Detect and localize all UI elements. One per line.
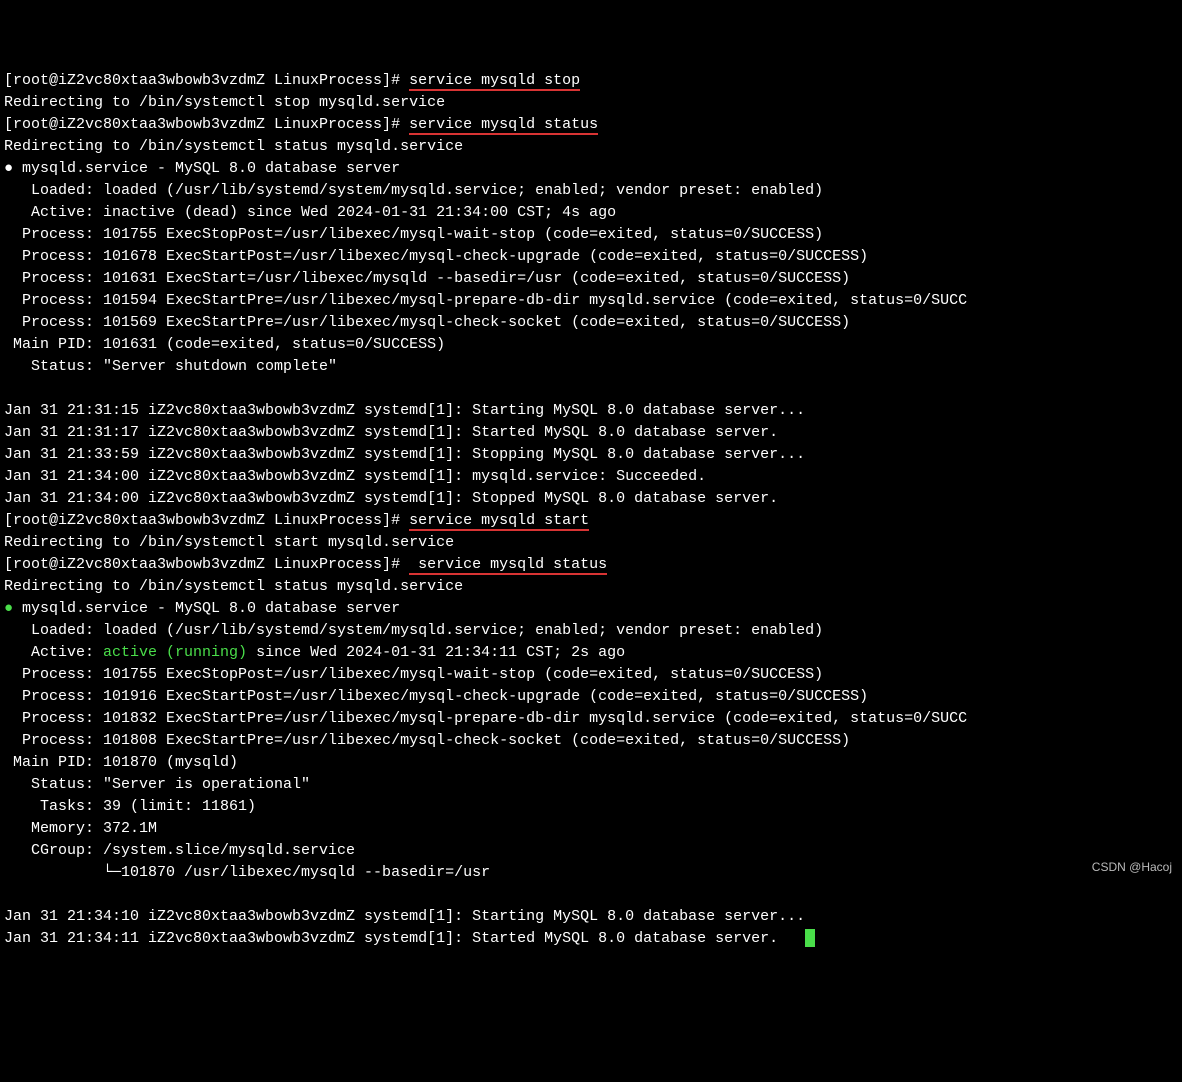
log-line: Jan 31 21:34:10 iZ2vc80xtaa3wbowb3vzdmZ … bbox=[4, 908, 805, 925]
output-line: Process: 101755 ExecStopPost=/usr/libexe… bbox=[4, 666, 823, 683]
prompt-line: [root@iZ2vc80xtaa3wbowb3vzdmZ LinuxProce… bbox=[4, 116, 598, 135]
watermark: CSDN @Hacoj bbox=[1092, 856, 1172, 878]
output-line: Process: 101594 ExecStartPre=/usr/libexe… bbox=[4, 292, 967, 309]
output-line: Redirecting to /bin/systemctl status mys… bbox=[4, 138, 463, 155]
service-header: ● mysqld.service - MySQL 8.0 database se… bbox=[4, 160, 400, 177]
output-line: Active: inactive (dead) since Wed 2024-0… bbox=[4, 204, 616, 221]
output-line: Memory: 372.1M bbox=[4, 820, 157, 837]
prompt-line: [root@iZ2vc80xtaa3wbowb3vzdmZ LinuxProce… bbox=[4, 512, 589, 531]
output-line: Process: 101631 ExecStart=/usr/libexec/m… bbox=[4, 270, 850, 287]
command-status: service mysqld status bbox=[409, 116, 598, 135]
output-line: Redirecting to /bin/systemctl start mysq… bbox=[4, 534, 454, 551]
active-running: active (running) bbox=[103, 644, 247, 661]
active-line: Active: active (running) since Wed 2024-… bbox=[4, 644, 625, 661]
output-line: Loaded: loaded (/usr/lib/systemd/system/… bbox=[4, 182, 823, 199]
output-line: Process: 101832 ExecStartPre=/usr/libexe… bbox=[4, 710, 967, 727]
output-line: Process: 101569 ExecStartPre=/usr/libexe… bbox=[4, 314, 850, 331]
terminal-output[interactable]: [root@iZ2vc80xtaa3wbowb3vzdmZ LinuxProce… bbox=[4, 70, 1178, 950]
status-bullet-icon: ● bbox=[4, 600, 13, 617]
prompt-line: [root@iZ2vc80xtaa3wbowb3vzdmZ LinuxProce… bbox=[4, 556, 607, 575]
output-line: Status: "Server shutdown complete" bbox=[4, 358, 337, 375]
status-bullet-icon: ● bbox=[4, 160, 13, 177]
log-line: Jan 31 21:34:11 iZ2vc80xtaa3wbowb3vzdmZ … bbox=[4, 930, 815, 947]
blank-line bbox=[4, 886, 13, 903]
command-status: service mysqld status bbox=[409, 556, 607, 575]
output-line: Process: 101916 ExecStartPost=/usr/libex… bbox=[4, 688, 868, 705]
output-line: Main PID: 101631 (code=exited, status=0/… bbox=[4, 336, 445, 353]
cgroup-child: └─101870 /usr/libexec/mysqld --basedir=/… bbox=[4, 864, 490, 881]
output-line: Redirecting to /bin/systemctl stop mysql… bbox=[4, 94, 445, 111]
blank-line bbox=[4, 380, 13, 397]
service-header: ● mysqld.service - MySQL 8.0 database se… bbox=[4, 600, 400, 617]
log-line: Jan 31 21:31:15 iZ2vc80xtaa3wbowb3vzdmZ … bbox=[4, 402, 805, 419]
log-line: Jan 31 21:34:00 iZ2vc80xtaa3wbowb3vzdmZ … bbox=[4, 468, 706, 485]
output-line: CGroup: /system.slice/mysqld.service bbox=[4, 842, 355, 859]
output-line: Process: 101808 ExecStartPre=/usr/libexe… bbox=[4, 732, 850, 749]
output-line: Redirecting to /bin/systemctl status mys… bbox=[4, 578, 463, 595]
log-line: Jan 31 21:33:59 iZ2vc80xtaa3wbowb3vzdmZ … bbox=[4, 446, 805, 463]
command-stop: service mysqld stop bbox=[409, 72, 580, 91]
prompt-line: [root@iZ2vc80xtaa3wbowb3vzdmZ LinuxProce… bbox=[4, 72, 580, 91]
cursor-icon bbox=[805, 929, 815, 947]
log-line: Jan 31 21:34:00 iZ2vc80xtaa3wbowb3vzdmZ … bbox=[4, 490, 778, 507]
command-start: service mysqld start bbox=[409, 512, 589, 531]
output-line: Status: "Server is operational" bbox=[4, 776, 310, 793]
output-line: Main PID: 101870 (mysqld) bbox=[4, 754, 238, 771]
output-line: Process: 101678 ExecStartPost=/usr/libex… bbox=[4, 248, 868, 265]
output-line: Loaded: loaded (/usr/lib/systemd/system/… bbox=[4, 622, 823, 639]
log-line: Jan 31 21:31:17 iZ2vc80xtaa3wbowb3vzdmZ … bbox=[4, 424, 778, 441]
output-line: Tasks: 39 (limit: 11861) bbox=[4, 798, 256, 815]
output-line: Process: 101755 ExecStopPost=/usr/libexe… bbox=[4, 226, 823, 243]
